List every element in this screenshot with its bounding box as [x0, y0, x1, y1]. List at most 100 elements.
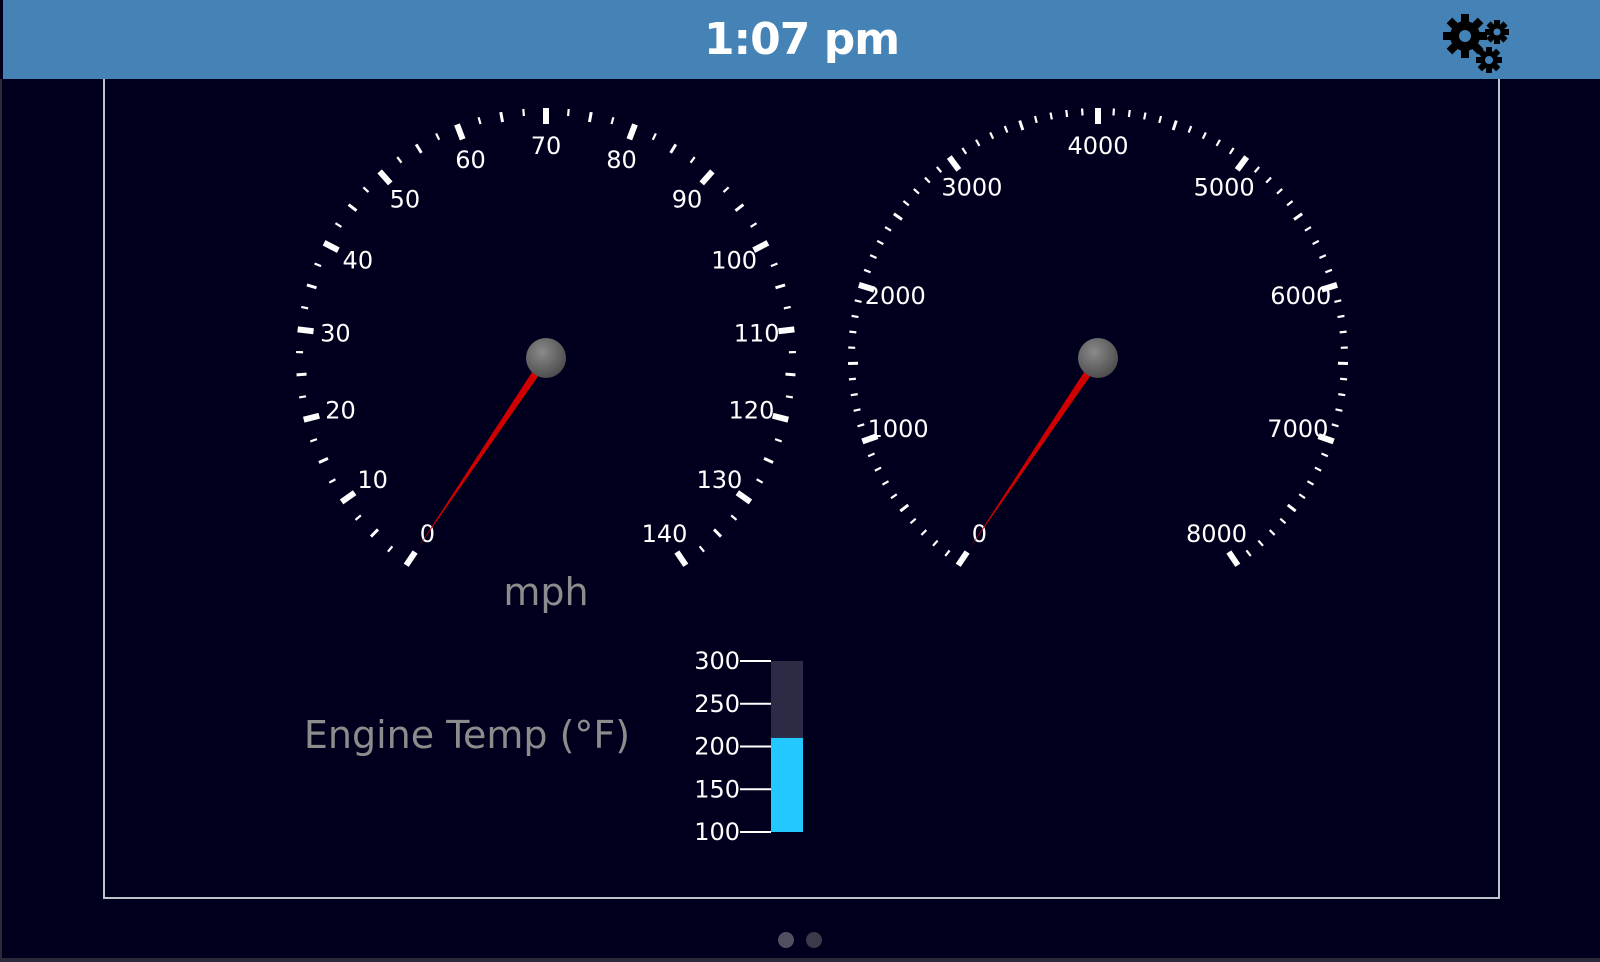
tachometer-tick [1049, 112, 1053, 120]
speedometer-tick [435, 132, 441, 141]
speedometer-label: 30 [320, 320, 351, 348]
speedometer-tick [396, 156, 403, 164]
tachometer-tick [854, 299, 862, 303]
speedometer-tick [522, 108, 526, 117]
tachometer-tick [1306, 480, 1315, 486]
gauges-canvas: 0102030405060708090100110120130140mph 01… [296, 108, 1348, 846]
tachometer-tick [850, 393, 858, 397]
tachometer-tick [1268, 529, 1276, 536]
tachometer-tick [876, 239, 884, 246]
speedometer-label: 110 [734, 320, 780, 348]
speedometer-tick [322, 240, 340, 253]
tachometer-tick [869, 254, 877, 260]
tachometer-tick [1127, 109, 1131, 118]
tachometer-tick [924, 176, 931, 184]
tachometer-label: 6000 [1270, 282, 1331, 310]
engine-temp-fill [771, 737, 803, 832]
speedometer-tick [626, 123, 638, 141]
speedometer-tick [587, 111, 593, 123]
speedometer-tick [301, 305, 309, 310]
page-indicator [778, 932, 822, 948]
speedometer-tick [403, 550, 418, 567]
speedometer-tick [347, 203, 358, 212]
tachometer-tick [1187, 125, 1193, 133]
tachometer-tick [909, 517, 917, 525]
tachometer-tick [1245, 549, 1252, 557]
tachometer-tick [851, 314, 859, 319]
speedometer-tick [698, 545, 705, 553]
tachometer-tick [975, 139, 981, 147]
tachometer-tick [1065, 109, 1069, 118]
speedometer-label: 50 [390, 186, 421, 214]
tachometer-tick [1339, 330, 1347, 334]
tachometer-tick [848, 377, 856, 381]
speedometer-tick [318, 456, 329, 464]
tachometer-tick [853, 408, 861, 412]
tachometer-tick [1314, 466, 1322, 472]
speedometer-tick [651, 132, 657, 141]
speedometer-tick [298, 395, 307, 399]
speedometer-tick [699, 169, 715, 186]
speedometer-tick [309, 438, 318, 443]
tachometer-tick [1293, 212, 1304, 221]
engine-temp-tick-label: 150 [694, 775, 740, 803]
speedometer-tick [774, 438, 783, 443]
speedometer-tick [770, 262, 778, 268]
speedometer-tick [783, 305, 791, 310]
tachometer-label: 3000 [941, 174, 1002, 202]
speedometer-tick [674, 550, 689, 567]
speedometer-label: 100 [711, 246, 757, 274]
speedometer-tick [477, 116, 482, 125]
speedometer-tick [566, 108, 570, 117]
speedometer-label: 70 [531, 132, 562, 160]
tachometer-tick [1003, 125, 1009, 133]
tachometer-tick [955, 550, 970, 567]
tachometer-tick [1234, 155, 1250, 172]
tachometer-tick [1321, 452, 1329, 458]
speedometer-label: 40 [343, 246, 374, 274]
tachometer-tick [902, 200, 910, 207]
tachometer-tick [1331, 423, 1339, 428]
speedometer-tick [339, 490, 357, 505]
speedometer-tick [354, 514, 362, 521]
speedometer-tick [712, 528, 723, 538]
speedometer-tick [387, 545, 394, 553]
tachometer-tick [884, 226, 892, 232]
tachometer-tick [899, 503, 910, 513]
speedometer-tick [756, 478, 764, 484]
speedometer-tick [763, 456, 774, 464]
page-dot[interactable] [806, 932, 822, 948]
tachometer-tick [1143, 112, 1147, 120]
tachometer-tick [932, 539, 939, 547]
speedometer-hub [526, 338, 566, 378]
speedometer-tick [669, 143, 678, 154]
tachometer-tick [935, 166, 943, 173]
tachometer-tick [1228, 147, 1235, 155]
speedometer-tick [689, 156, 696, 164]
tachometer-tick [1171, 120, 1178, 131]
speedometer-label: 10 [357, 466, 388, 494]
engine-temp-tick-label: 100 [694, 818, 740, 846]
speedometer-tick [369, 528, 380, 538]
speedometer-tick [772, 412, 790, 423]
tachometer-tick [1286, 200, 1294, 207]
speedometer-label: 60 [455, 146, 486, 174]
tachometer-tick [1226, 550, 1241, 567]
tachometer-tick [867, 452, 875, 458]
engine-temp-label: Engine Temp (°F) [304, 713, 630, 757]
tachometer-tick [1253, 166, 1261, 173]
speedometer-label: 90 [672, 186, 703, 214]
tachometer-tick [1337, 314, 1345, 319]
page-dot[interactable] [778, 932, 794, 948]
tachometer-tick [913, 188, 920, 195]
engine-temp-gauge: Engine Temp (°F) 300 250 200 150 100 [304, 647, 803, 846]
speedometer-label: 140 [642, 520, 688, 548]
speedometer-tick [377, 169, 393, 186]
tachometer-label: 5000 [1194, 174, 1255, 202]
speedometer-tick [328, 478, 336, 484]
tachometer-tick [857, 423, 865, 428]
frame-edge [0, 958, 1600, 962]
tachometer-label: 8000 [1186, 520, 1247, 548]
tachometer-gauge: 010002000300040005000600070008000 [848, 108, 1348, 567]
tachometer-tick [989, 131, 995, 140]
